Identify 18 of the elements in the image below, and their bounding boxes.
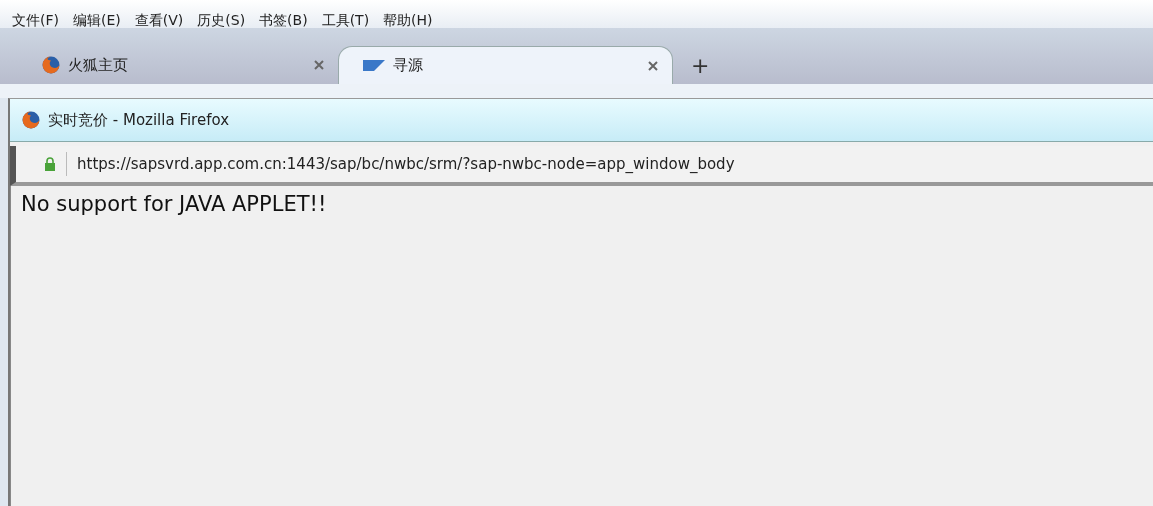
window-title: 实时竞价 - Mozilla Firefox bbox=[48, 110, 230, 130]
close-icon[interactable] bbox=[314, 60, 324, 70]
menu-item[interactable]: 编辑(E) bbox=[71, 12, 123, 30]
menu-item[interactable]: 书签(B) bbox=[257, 12, 310, 30]
menu-item[interactable]: 历史(S) bbox=[195, 12, 248, 30]
fox-globe-icon bbox=[22, 111, 40, 129]
menu-item[interactable]: 工具(T) bbox=[319, 12, 372, 30]
menu-item[interactable]: 文件(F) bbox=[10, 12, 61, 30]
message-text: No support for JAVA APPLET!! bbox=[21, 192, 327, 216]
address-bar[interactable]: https://sapsvrd.app.com.cn:1443/sap/bc/nwbc/srm/?sap-nwbc-node=app_window_body bbox=[10, 146, 1153, 186]
new-tab-button[interactable]: + bbox=[691, 53, 710, 78]
close-icon[interactable] bbox=[648, 60, 658, 71]
fox-globe-icon bbox=[42, 56, 60, 74]
menu-item[interactable]: 帮助(H) bbox=[381, 12, 435, 30]
menu-item[interactable]: 查看(V) bbox=[132, 12, 186, 30]
browser-tab[interactable]: 火狐主页 bbox=[18, 46, 338, 84]
browser-tab[interactable]: 寻源 bbox=[338, 46, 673, 84]
logo-icon bbox=[363, 60, 385, 71]
